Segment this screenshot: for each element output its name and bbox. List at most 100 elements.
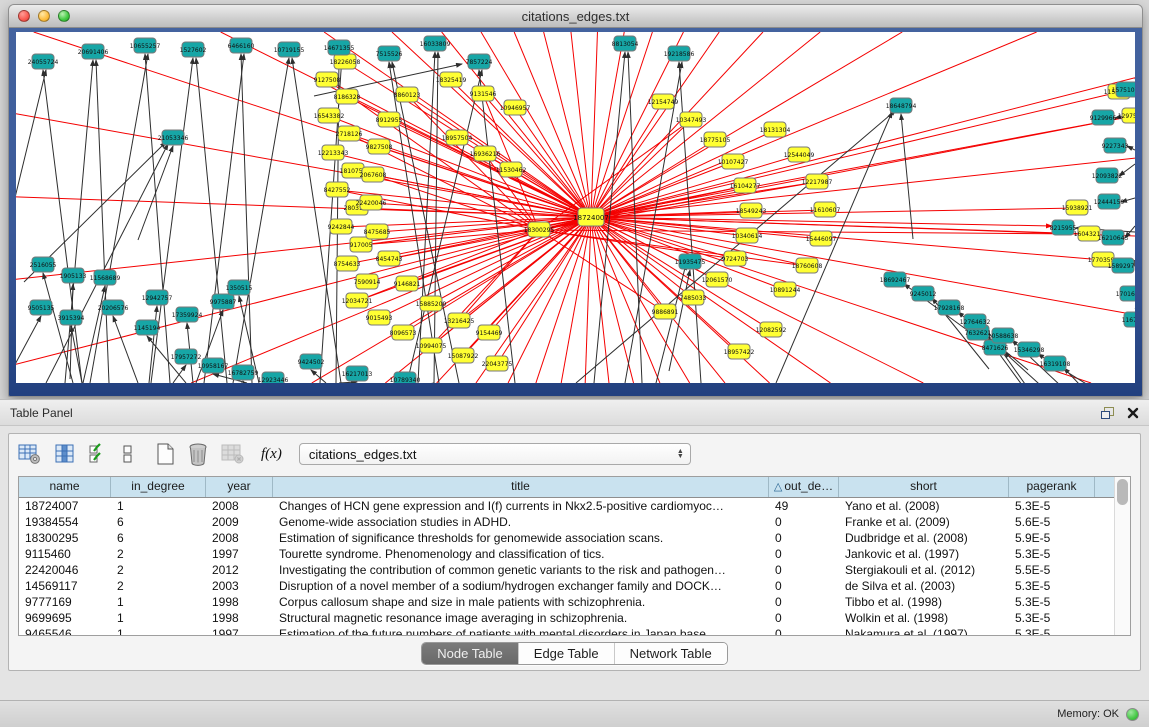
graph-node[interactable]: 18760608	[792, 258, 823, 273]
graph-node[interactable]: 9886891	[652, 304, 679, 319]
graph-node[interactable]: 18692467	[880, 272, 911, 287]
graph-node[interactable]: 2516055	[30, 257, 57, 272]
table-row[interactable]: 1830029562008Estimation of significance …	[19, 530, 1130, 546]
graph-node[interactable]: 16319108	[1040, 356, 1071, 371]
graph-node[interactable]: 18325419	[436, 72, 467, 87]
graph-node[interactable]: 12082592	[756, 322, 787, 337]
graph-node[interactable]: 9131546	[470, 86, 497, 101]
graph-node[interactable]: 16104277	[730, 178, 761, 193]
graph-node[interactable]: 11568689	[90, 270, 121, 285]
graph-node[interactable]: 10789340	[390, 372, 421, 383]
graph-node[interactable]: 9975887	[210, 294, 237, 309]
graph-node[interactable]: 10994075	[416, 338, 447, 353]
table-row[interactable]: 977716911998Corpus callosum shape and si…	[19, 594, 1130, 610]
scrollbar-thumb[interactable]	[1117, 479, 1128, 505]
graph-node[interactable]: 7857224	[466, 54, 493, 69]
column-header-short[interactable]: short	[839, 477, 1009, 497]
table-row[interactable]: 1872400712008Changes of HCN gene express…	[19, 498, 1130, 514]
graph-node[interactable]: 12444159	[1094, 194, 1125, 209]
column-header-name[interactable]: name	[19, 477, 111, 497]
graph-node[interactable]: 10891244	[770, 282, 801, 297]
graph-node[interactable]: 19218586	[664, 46, 695, 61]
graph-node[interactable]: 1167335	[1122, 312, 1135, 327]
column-header-out_de[interactable]: △out_de…	[769, 477, 839, 497]
network-canvas[interactable]: 1872400718300295182260589127508818632816…	[16, 32, 1135, 383]
table-row[interactable]: 969969511998Structural magnetic resonanc…	[19, 610, 1130, 626]
graph-node[interactable]: 12217987	[802, 174, 833, 189]
table-row[interactable]: 2242004622012Investigating the contribut…	[19, 562, 1130, 578]
table-row[interactable]: 911546021997Tourette syndrome. Phenomeno…	[19, 546, 1130, 562]
graph-node[interactable]: 8427552	[324, 182, 351, 197]
graph-node[interactable]: 12942757	[142, 290, 173, 305]
graph-node[interactable]: 8754633	[334, 256, 361, 271]
delete-trash-icon[interactable]	[186, 441, 210, 467]
window-titlebar[interactable]: citations_edges.txt	[9, 5, 1142, 28]
graph-node[interactable]: 12034721	[342, 293, 373, 308]
graph-node[interactable]: 1905133	[60, 268, 87, 283]
float-panel-icon[interactable]	[1100, 406, 1115, 420]
tab-node-table[interactable]: Node Table	[422, 643, 518, 664]
show-column-icon[interactable]	[53, 442, 77, 466]
graph-node[interactable]: 8454743	[376, 251, 403, 266]
graph-node[interactable]: 8813054	[612, 36, 639, 51]
graph-node[interactable]: 11530462	[496, 162, 527, 177]
graph-node[interactable]: 9505135	[28, 300, 55, 315]
graph-node[interactable]: 12544049	[784, 147, 815, 162]
column-header-pagerank[interactable]: pagerank	[1009, 477, 1095, 497]
table-row[interactable]: 1456911722003Disruption of a novel membe…	[19, 578, 1130, 594]
table-settings-icon[interactable]	[17, 442, 43, 466]
graph-node[interactable]: 3915394	[58, 310, 85, 325]
graph-node[interactable]: 8860123	[394, 87, 421, 102]
graph-node[interactable]: 18549243	[736, 203, 767, 218]
graph-node[interactable]: 16217013	[342, 366, 373, 381]
graph-node[interactable]: 18226058	[330, 54, 361, 69]
graph-node[interactable]: 7590914	[354, 274, 381, 289]
graph-node[interactable]: 22420046	[356, 195, 387, 210]
graph-node[interactable]: 21053346	[158, 130, 189, 145]
graph-node[interactable]: 9724703	[722, 251, 749, 266]
graph-node[interactable]: 14671355	[324, 40, 355, 55]
graph-node[interactable]: 10719155	[274, 42, 305, 57]
column-header-in_degree[interactable]: in_degree	[111, 477, 206, 497]
graph-node[interactable]: 9424502	[298, 354, 325, 369]
graph-node[interactable]: 10107427	[718, 154, 749, 169]
graph-node[interactable]: 22043775	[482, 356, 513, 371]
graph-node[interactable]: 18775105	[700, 132, 731, 147]
new-table-icon[interactable]	[154, 441, 176, 467]
graph-node[interactable]: 15892971	[1108, 258, 1135, 273]
graph-node[interactable]: 8475685	[364, 224, 391, 239]
graph-node[interactable]: 12061570	[702, 272, 733, 287]
graph-node[interactable]: 15885209	[416, 296, 447, 311]
graph-node[interactable]: 12764632	[960, 314, 991, 329]
row-height-icon[interactable]	[120, 442, 136, 466]
graph-node[interactable]: 10655257	[130, 38, 161, 53]
close-panel-icon[interactable]	[1127, 407, 1139, 419]
graph-node[interactable]: 1145194	[134, 320, 161, 335]
graph-node[interactable]: 16033809	[420, 36, 451, 51]
graph-node[interactable]: 1527602	[180, 42, 207, 57]
tab-edge-table[interactable]: Edge Table	[518, 643, 614, 664]
graph-hub-node[interactable]: 18724007	[573, 208, 609, 226]
graph-node[interactable]: 9127508	[314, 72, 341, 87]
graph-node[interactable]: 15446097	[806, 231, 837, 246]
network-graph[interactable]: 1872400718300295182260589127508818632816…	[16, 32, 1135, 383]
graph-node[interactable]: 7515526	[376, 46, 403, 61]
graph-node[interactable]: 16543382	[314, 108, 345, 123]
graph-node[interactable]: 9227343	[1102, 138, 1129, 153]
graph-node[interactable]: 11935475	[675, 254, 706, 269]
graph-node[interactable]: 12093822	[1092, 168, 1123, 183]
column-header-title[interactable]: title	[273, 477, 769, 497]
column-header-year[interactable]: year	[206, 477, 273, 497]
graph-node[interactable]: 7485033	[680, 290, 707, 305]
graph-node[interactable]: 16043211	[1074, 226, 1105, 241]
graph-node[interactable]: 1350515	[226, 280, 253, 295]
graph-node[interactable]: 12975404	[1118, 108, 1135, 123]
graph-node[interactable]: 13216425	[444, 313, 475, 328]
graph-node[interactable]: 9827508	[366, 139, 393, 154]
graph-node[interactable]: 15938921	[1062, 200, 1093, 215]
graph-node[interactable]: 12923446	[258, 372, 289, 383]
graph-node[interactable]: 9242844	[328, 219, 355, 234]
graph-node[interactable]: 8912955	[376, 112, 403, 127]
graph-node[interactable]: 12213343	[318, 145, 349, 160]
select-columns-checklist-icon[interactable]	[87, 442, 110, 466]
